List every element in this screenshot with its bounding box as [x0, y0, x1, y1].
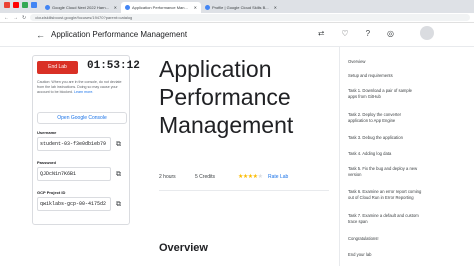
browser-toolbar: ← → ↻ cloudskillsboost.google/focuses/19…: [0, 13, 474, 23]
tab-favicon-icon: [125, 5, 130, 10]
star-icon: ★: [257, 174, 263, 180]
browser-forward-icon[interactable]: →: [13, 15, 18, 21]
header-tools: ⮂ ♡ ? ◎: [318, 29, 394, 39]
close-tab-icon[interactable]: ✕: [194, 2, 197, 13]
password-field[interactable]: QJDcN1n7K6B1: [37, 167, 111, 181]
tab-favicon-icon: [45, 5, 50, 10]
language-globe-icon[interactable]: ◎: [387, 29, 394, 39]
reload-icon[interactable]: ↻: [22, 15, 26, 21]
duration: 2 hours: [159, 174, 176, 180]
toc-item[interactable]: Task 4. Adding log data: [348, 151, 422, 157]
gmail-icon[interactable]: [4, 2, 10, 8]
browser-tab[interactable]: Profile | Google Cloud Skills B... ✕: [201, 2, 281, 13]
toc-item[interactable]: Task 2. Deploy the converter application…: [348, 112, 422, 124]
project-id-label: GCP Project ID: [37, 190, 66, 195]
password-label: Password: [37, 160, 56, 165]
end-lab-button[interactable]: End Lab: [37, 61, 78, 74]
toc-item[interactable]: Task 7. Examine a default and custom tra…: [348, 213, 422, 225]
browser-tab-strip: Google Cloud Next 2022 Harn... ✕ Applica…: [0, 0, 474, 13]
address-bar[interactable]: cloudskillsboost.google/focuses/19470?pa…: [30, 14, 470, 21]
app-header: ← Application Performance Management ⮂ ♡…: [0, 23, 474, 47]
toc-item[interactable]: Congratulations!: [348, 236, 422, 242]
youtube-icon[interactable]: [13, 2, 19, 8]
toc-item[interactable]: Task 1. Download a pair of sample apps f…: [348, 88, 422, 100]
copy-icon[interactable]: ⧉: [116, 170, 124, 179]
rating-stars: ★★★★★: [238, 173, 263, 180]
toc-item[interactable]: Task 5. Fix the bug and deploy a new ver…: [348, 166, 422, 178]
page-title: Application Performance Management: [51, 30, 188, 39]
toc-item[interactable]: Task 3. Debug the application: [348, 135, 422, 141]
close-tab-icon[interactable]: ✕: [274, 2, 277, 13]
back-arrow-icon[interactable]: ←: [36, 30, 45, 40]
close-tab-icon[interactable]: ✕: [114, 2, 117, 13]
toc-item[interactable]: Overview: [348, 59, 422, 65]
username-field[interactable]: student-03-f3e0db1eb79: [37, 137, 111, 151]
app-icon[interactable]: [22, 2, 28, 8]
credits: 5 Credits: [195, 174, 216, 180]
table-of-contents: Overview Setup and requirements Task 1. …: [339, 47, 474, 266]
browser-tab-active[interactable]: Application Performance Man... ✕: [121, 2, 201, 13]
toc-item[interactable]: Setup and requirements: [348, 73, 422, 79]
browser-tab[interactable]: Google Cloud Next 2022 Harn... ✕: [41, 2, 121, 13]
lab-title: Application Performance Management: [159, 56, 294, 138]
app-icon[interactable]: [31, 2, 37, 8]
copy-icon[interactable]: ⧉: [116, 200, 124, 209]
share-icon[interactable]: ⮂: [318, 29, 324, 39]
help-icon[interactable]: ?: [366, 29, 370, 39]
lab-timer: 01:53:12: [87, 60, 140, 72]
open-console-button[interactable]: Open Google Console: [37, 112, 127, 124]
favorite-heart-icon[interactable]: ♡: [341, 29, 348, 39]
toc-item[interactable]: End your lab: [348, 252, 422, 258]
tab-favicon-icon: [205, 5, 210, 10]
browser-back-icon[interactable]: ←: [4, 15, 9, 21]
rate-lab-link[interactable]: Rate Lab: [268, 174, 288, 180]
username-label: Username: [37, 130, 57, 135]
toc-item[interactable]: Task 6. Examine an error report coming o…: [348, 189, 422, 201]
overview-heading: Overview: [159, 242, 208, 254]
project-id-field[interactable]: qwiklabs-gcp-00-4175d2: [37, 197, 111, 211]
learn-more-link[interactable]: Learn more.: [74, 90, 93, 94]
avatar[interactable]: [420, 26, 434, 40]
caution-text: Caution: When you are in the console, do…: [37, 80, 122, 94]
lab-control-panel: End Lab 01:53:12 Caution: When you are i…: [32, 55, 140, 225]
copy-icon[interactable]: ⧉: [116, 140, 124, 149]
divider: [159, 190, 329, 191]
window-controls: [0, 0, 41, 13]
